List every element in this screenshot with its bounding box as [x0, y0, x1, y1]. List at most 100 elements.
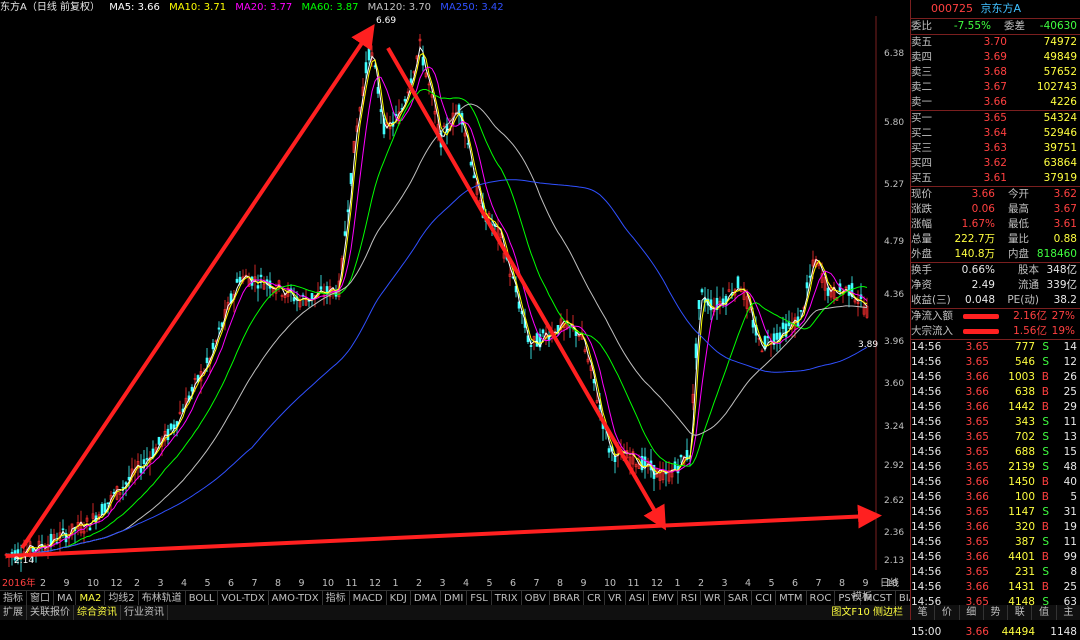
date-label: 8 [557, 578, 564, 589]
indicator-tab[interactable]: VR [605, 591, 626, 606]
tick-count: 48 [1063, 461, 1077, 473]
tick-list[interactable]: 14:56 3.65 777 S 14 14:56 3.65 546 S 12 14:56 3.66 1… [911, 340, 1080, 640]
tick-row: 14:56 3.65 231 S 8 [911, 565, 1080, 580]
ask-row: 卖二 3.67 102743 [911, 80, 1080, 95]
indicator-tab[interactable]: 窗口 [27, 591, 54, 606]
indicator-tab[interactable]: MA [54, 591, 77, 606]
date-label: 6 [792, 578, 799, 589]
indicator-tab[interactable]: MA2 [76, 591, 106, 606]
stat-label: 最高 [1008, 203, 1029, 215]
bid-label: 买二 [911, 127, 932, 139]
indicator-tab[interactable]: 指标 [323, 591, 350, 606]
bottom-tab-related[interactable]: 关联报价 [27, 605, 74, 620]
candle-body [826, 287, 830, 296]
bottom-tab-news[interactable]: 综合资讯 [74, 605, 121, 620]
indicator-tab[interactable]: AMO-TDX [269, 591, 323, 606]
ask-label: 卖五 [911, 36, 932, 48]
quote-tab[interactable]: 值 [1032, 605, 1057, 620]
quote-tab[interactable]: 主 [1057, 605, 1080, 620]
tick-side: B [1041, 551, 1049, 563]
tick-row: 14:56 3.65 1147 S 31 [911, 505, 1080, 520]
indicator-tab[interactable]: EMV [649, 591, 678, 606]
indicator-tab[interactable]: RSI [678, 591, 702, 606]
indicator-tab[interactable]: VOL-TDX [218, 591, 269, 606]
tick-row: 14:56 3.65 387 S 11 [911, 535, 1080, 550]
quote-tab[interactable]: 价 [935, 605, 960, 620]
indicator-tab[interactable]: TRIX [492, 591, 522, 606]
kline-chart[interactable]: 东方A（日线 前复权） MA5: 3.66 MA10: 3.71 MA20: 3… [0, 0, 910, 580]
quote-tab[interactable]: 细 [960, 605, 984, 620]
tick-row: 14:56 3.65 343 S 11 [911, 415, 1080, 430]
period-label[interactable]: 日线 [880, 578, 899, 590]
indicator-tab[interactable]: MACD [350, 591, 387, 606]
candle-body [805, 282, 809, 289]
date-label: 4 [463, 578, 470, 589]
kline-svg[interactable] [0, 0, 910, 578]
bottom-tab-expand[interactable]: 扩展 [0, 605, 27, 620]
indicator-tab[interactable]: FSL [467, 591, 492, 606]
date-label: 5 [204, 578, 211, 589]
quote-stats2: 换手 0.66% 股本 348亿 净资 2.49 流通 339亿 收益(三) 0.048 PE(动)… [911, 263, 1080, 309]
indicator-tab[interactable]: KDJ [387, 591, 411, 606]
candle-body [319, 286, 323, 290]
tick-time: 14:56 [911, 356, 942, 368]
last-annotation: 3.89 [858, 340, 879, 350]
bid-label: 买四 [911, 157, 932, 169]
date-label: 10 [87, 578, 100, 589]
candle-body [763, 336, 767, 349]
price-axis-label: 2.36 [884, 528, 905, 538]
indicator-tab[interactable]: CCI [752, 591, 777, 606]
quote-tab[interactable]: 联 [1008, 605, 1033, 620]
indicator-tab[interactable]: DMI [441, 591, 468, 606]
stat-row: 涨跌 0.06 最高 3.67 [911, 202, 1080, 217]
tick-time: 14:56 [911, 581, 942, 593]
quote-tab[interactable]: 笔 [911, 605, 936, 620]
indicator-tab[interactable]: ASI [626, 591, 649, 606]
stat-value: 1.67% [961, 218, 995, 230]
tick-count: 1148 [1050, 626, 1077, 638]
tick-time: 14:56 [911, 386, 942, 398]
tick-row: 14:56 3.66 100 B 5 [911, 490, 1080, 505]
tick-time: 14:56 [911, 521, 942, 533]
date-label: 7 [533, 578, 540, 589]
indicator-tab[interactable]: 布林轨道 [139, 591, 186, 606]
f10-sidebar-button[interactable]: 图文F10 侧边栏 [828, 605, 906, 620]
template-button[interactable]: 模板 [852, 590, 872, 605]
quote-panel: 000725 京东方A 委比 -7.55% 委差 -40630 卖五 3.70 74… [910, 0, 1080, 638]
stat-label: 总量 [911, 233, 932, 245]
indicator-tab[interactable]: SAR [725, 591, 753, 606]
tick-count: 13 [1063, 431, 1077, 443]
bid-price: 3.63 [983, 142, 1007, 154]
price-axis-label: 5.80 [884, 118, 905, 128]
indicator-tab[interactable]: DMA [411, 591, 442, 606]
flow-pct: 27% [1051, 310, 1075, 322]
indicator-tab[interactable]: CR [584, 591, 606, 606]
tick-count: 11 [1063, 536, 1077, 548]
ask-row: 卖四 3.69 49849 [911, 50, 1080, 65]
indicator-tab[interactable]: BOLL [186, 591, 219, 606]
tick-volume: 777 [1014, 341, 1035, 353]
tick-side: B [1041, 581, 1049, 593]
date-label: 9 [298, 578, 305, 589]
date-label: 2 [134, 578, 141, 589]
ask-label: 卖一 [911, 96, 932, 108]
ask-volume: 57652 [1043, 66, 1077, 78]
indicator-tab[interactable]: OBV [522, 591, 550, 606]
indicator-tab[interactable]: 均线2 [105, 591, 139, 606]
candle-body [166, 428, 170, 441]
stat-row: 总量 222.7万 量比 0.88 [911, 232, 1080, 247]
candle-body [310, 292, 314, 301]
indicator-tab[interactable]: WR [701, 591, 725, 606]
date-label: 5 [486, 578, 493, 589]
quote-tab[interactable]: 势 [984, 605, 1009, 620]
indicator-tab[interactable]: BRAR [550, 591, 585, 606]
indicator-tab[interactable]: ROC [807, 591, 836, 606]
bid-volume: 63864 [1043, 157, 1077, 169]
indicator-tab[interactable]: 指标 [0, 591, 27, 606]
indicator-tab[interactable]: MTM [776, 591, 807, 606]
tick-row: 14:56 3.66 638 B 25 [911, 385, 1080, 400]
date-label: 7 [251, 578, 258, 589]
bid-row: 买二 3.64 52946 [911, 126, 1080, 141]
candle-body [409, 78, 413, 83]
bottom-tab-industry[interactable]: 行业资讯 [121, 605, 168, 620]
